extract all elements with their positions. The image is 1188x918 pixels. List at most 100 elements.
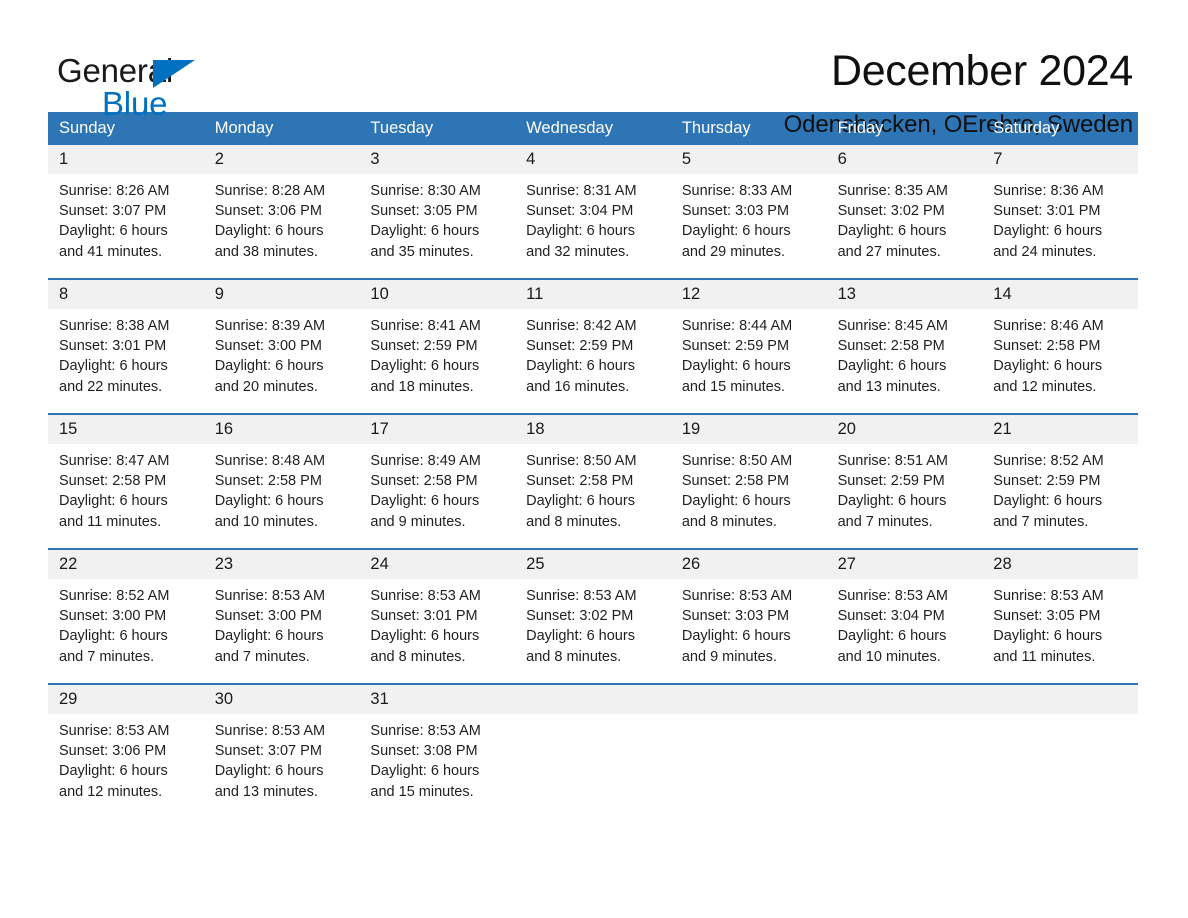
calendar-day-cell[interactable]: 4 Sunrise: 8:31 AM Sunset: 3:04 PM Daylig… <box>515 145 671 278</box>
day-number: 9 <box>203 280 360 309</box>
sun-times-text: Sunrise: 8:53 AM Sunset: 3:06 PM Dayligh… <box>59 723 170 800</box>
day-number: 29 <box>48 685 204 714</box>
calendar-day-cell[interactable]: 25 Sunrise: 8:53 AM Sunset: 3:02 PM Dayli… <box>515 550 671 683</box>
calendar-day-cell[interactable]: 28 Sunrise: 8:53 AM Sunset: 3:05 PM Dayli… <box>982 550 1138 683</box>
day-number: 30 <box>203 685 360 714</box>
day-number: 7 <box>982 145 1138 174</box>
sun-times-text: Sunrise: 8:53 AM Sunset: 3:03 PM Dayligh… <box>681 588 793 665</box>
sun-times-text: Sunrise: 8:44 AM Sunset: 2:59 PM Dayligh… <box>681 318 793 395</box>
calendar-day-cell[interactable]: 29 Sunrise: 8:53 AM Sunset: 3:06 PM Dayli… <box>48 685 204 818</box>
sun-times-text: Sunrise: 8:53 AM Sunset: 3:00 PM Dayligh… <box>214 588 326 665</box>
day-number: 5 <box>670 145 827 174</box>
page-header: General Blue December 2024 Odensbacken, … <box>0 0 1188 139</box>
day-header-saturday: Saturday <box>993 119 1060 137</box>
calendar-grid: Sunday Monday Tuesday Wednesday Thursday… <box>48 112 1138 818</box>
day-number: 17 <box>359 415 516 444</box>
calendar-day-cell-empty <box>826 685 983 818</box>
calendar-day-cell[interactable]: 15 Sunrise: 8:47 AM Sunset: 2:58 PM Dayli… <box>48 415 204 548</box>
calendar-day-cell[interactable]: 1 Sunrise: 8:26 AM Sunset: 3:07 PM Daylig… <box>48 145 204 278</box>
day-number: 11 <box>515 280 671 309</box>
calendar-day-cell[interactable]: 16 Sunrise: 8:48 AM Sunset: 2:58 PM Dayli… <box>203 415 360 548</box>
calendar-day-cell[interactable]: 31 Sunrise: 8:53 AM Sunset: 3:08 PM Dayli… <box>359 685 516 818</box>
calendar-day-cell[interactable]: 20 Sunrise: 8:51 AM Sunset: 2:59 PM Dayli… <box>826 415 983 548</box>
day-number: 19 <box>670 415 827 444</box>
sun-times-text: Sunrise: 8:28 AM Sunset: 3:06 PM Dayligh… <box>214 183 326 260</box>
sun-times-text: Sunrise: 8:46 AM Sunset: 2:58 PM Dayligh… <box>993 318 1104 395</box>
calendar-day-cell[interactable]: 27 Sunrise: 8:53 AM Sunset: 3:04 PM Dayli… <box>826 550 983 683</box>
sun-times-text: Sunrise: 8:41 AM Sunset: 2:59 PM Dayligh… <box>370 318 481 395</box>
day-header-thursday: Thursday <box>681 119 751 137</box>
day-number: 2 <box>203 145 360 174</box>
day-number: 21 <box>982 415 1138 444</box>
sun-times-text: Sunrise: 8:53 AM Sunset: 3:07 PM Dayligh… <box>214 723 326 800</box>
sun-times-text: Sunrise: 8:49 AM Sunset: 2:58 PM Dayligh… <box>370 453 481 530</box>
calendar-day-cell[interactable]: 2 Sunrise: 8:28 AM Sunset: 3:06 PM Daylig… <box>203 145 360 278</box>
sun-times-text: Sunrise: 8:51 AM Sunset: 2:59 PM Dayligh… <box>837 453 948 530</box>
day-header-friday: Friday <box>837 119 884 137</box>
calendar-day-cell[interactable]: 5 Sunrise: 8:33 AM Sunset: 3:03 PM Daylig… <box>670 145 827 278</box>
calendar-day-cell[interactable]: 24 Sunrise: 8:53 AM Sunset: 3:01 PM Dayli… <box>359 550 516 683</box>
sun-times-text: Sunrise: 8:53 AM Sunset: 3:05 PM Dayligh… <box>993 588 1104 665</box>
calendar-day-cell[interactable]: 17 Sunrise: 8:49 AM Sunset: 2:58 PM Dayli… <box>359 415 516 548</box>
sun-times-text <box>671 714 827 721</box>
sun-times-text: Sunrise: 8:53 AM Sunset: 3:04 PM Dayligh… <box>837 588 948 665</box>
calendar-day-cell[interactable]: 6 Sunrise: 8:35 AM Sunset: 3:02 PM Daylig… <box>826 145 983 278</box>
calendar-day-cell[interactable]: 8 Sunrise: 8:38 AM Sunset: 3:01 PM Daylig… <box>48 280 204 413</box>
day-number: 31 <box>359 685 516 714</box>
day-number <box>826 685 983 714</box>
day-number: 23 <box>203 550 360 579</box>
sun-times-text: Sunrise: 8:33 AM Sunset: 3:03 PM Dayligh… <box>681 183 793 260</box>
day-number: 13 <box>826 280 983 309</box>
sun-times-text: Sunrise: 8:50 AM Sunset: 2:58 PM Dayligh… <box>681 453 793 530</box>
calendar-day-cell[interactable]: 11 Sunrise: 8:42 AM Sunset: 2:59 PM Dayli… <box>515 280 671 413</box>
calendar-day-cell[interactable]: 21 Sunrise: 8:52 AM Sunset: 2:59 PM Dayli… <box>982 415 1138 548</box>
calendar-day-cell[interactable]: 22 Sunrise: 8:52 AM Sunset: 3:00 PM Dayli… <box>48 550 204 683</box>
sun-times-text <box>827 714 983 721</box>
calendar-day-cell[interactable]: 19 Sunrise: 8:50 AM Sunset: 2:58 PM Dayli… <box>670 415 827 548</box>
calendar-day-cell[interactable]: 7 Sunrise: 8:36 AM Sunset: 3:01 PM Daylig… <box>982 145 1138 278</box>
day-number: 1 <box>48 145 204 174</box>
calendar-day-cell[interactable]: 30 Sunrise: 8:53 AM Sunset: 3:07 PM Dayli… <box>203 685 360 818</box>
sun-times-text: Sunrise: 8:26 AM Sunset: 3:07 PM Dayligh… <box>59 183 170 260</box>
calendar-page: General Blue December 2024 Odensbacken, … <box>0 0 1188 918</box>
day-number <box>670 685 827 714</box>
day-number: 18 <box>515 415 671 444</box>
calendar-day-cell[interactable]: 18 Sunrise: 8:50 AM Sunset: 2:58 PM Dayli… <box>515 415 671 548</box>
sun-times-text: Sunrise: 8:31 AM Sunset: 3:04 PM Dayligh… <box>526 183 637 260</box>
calendar-day-cell[interactable]: 26 Sunrise: 8:53 AM Sunset: 3:03 PM Dayli… <box>670 550 827 683</box>
sun-times-text <box>515 714 671 721</box>
day-number <box>982 685 1138 714</box>
day-number: 27 <box>826 550 983 579</box>
day-header-tuesday: Tuesday <box>370 119 434 137</box>
sun-times-text: Sunrise: 8:52 AM Sunset: 3:00 PM Dayligh… <box>59 588 170 665</box>
calendar-week-row: 15 Sunrise: 8:47 AM Sunset: 2:58 PM Dayli… <box>48 413 1138 548</box>
day-number: 25 <box>515 550 671 579</box>
calendar-day-cell[interactable]: 13 Sunrise: 8:45 AM Sunset: 2:58 PM Dayli… <box>826 280 983 413</box>
day-header-wednesday: Wednesday <box>526 119 613 137</box>
sun-times-text: Sunrise: 8:53 AM Sunset: 3:08 PM Dayligh… <box>370 723 481 800</box>
general-blue-logo: General Blue <box>57 48 209 120</box>
sun-times-text: Sunrise: 8:45 AM Sunset: 2:58 PM Dayligh… <box>837 318 948 395</box>
sun-times-text: Sunrise: 8:38 AM Sunset: 3:01 PM Dayligh… <box>59 318 170 395</box>
calendar-day-cell[interactable]: 23 Sunrise: 8:53 AM Sunset: 3:00 PM Dayli… <box>203 550 360 683</box>
calendar-weeks: 1 Sunrise: 8:26 AM Sunset: 3:07 PM Daylig… <box>48 145 1138 818</box>
day-number: 12 <box>670 280 827 309</box>
calendar-day-cell[interactable]: 10 Sunrise: 8:41 AM Sunset: 2:59 PM Dayli… <box>359 280 516 413</box>
day-number: 14 <box>982 280 1138 309</box>
calendar-day-cell[interactable]: 12 Sunrise: 8:44 AM Sunset: 2:59 PM Dayli… <box>670 280 827 413</box>
day-number <box>515 685 671 714</box>
day-header-monday: Monday <box>214 119 274 137</box>
calendar-day-cell[interactable]: 14 Sunrise: 8:46 AM Sunset: 2:58 PM Dayli… <box>982 280 1138 413</box>
day-number: 4 <box>515 145 671 174</box>
sun-times-text: Sunrise: 8:53 AM Sunset: 3:01 PM Dayligh… <box>370 588 481 665</box>
day-number: 10 <box>359 280 516 309</box>
calendar-day-cell[interactable]: 9 Sunrise: 8:39 AM Sunset: 3:00 PM Daylig… <box>203 280 360 413</box>
day-number: 15 <box>48 415 204 444</box>
calendar-day-cell[interactable]: 3 Sunrise: 8:30 AM Sunset: 3:05 PM Daylig… <box>359 145 516 278</box>
day-number: 24 <box>359 550 516 579</box>
day-number: 6 <box>826 145 983 174</box>
logo-text-blue: Blue <box>102 85 168 122</box>
sun-times-text: Sunrise: 8:48 AM Sunset: 2:58 PM Dayligh… <box>214 453 326 530</box>
sun-times-text: Sunrise: 8:47 AM Sunset: 2:58 PM Dayligh… <box>59 453 170 530</box>
calendar-week-row: 29 Sunrise: 8:53 AM Sunset: 3:06 PM Dayli… <box>48 683 1138 818</box>
